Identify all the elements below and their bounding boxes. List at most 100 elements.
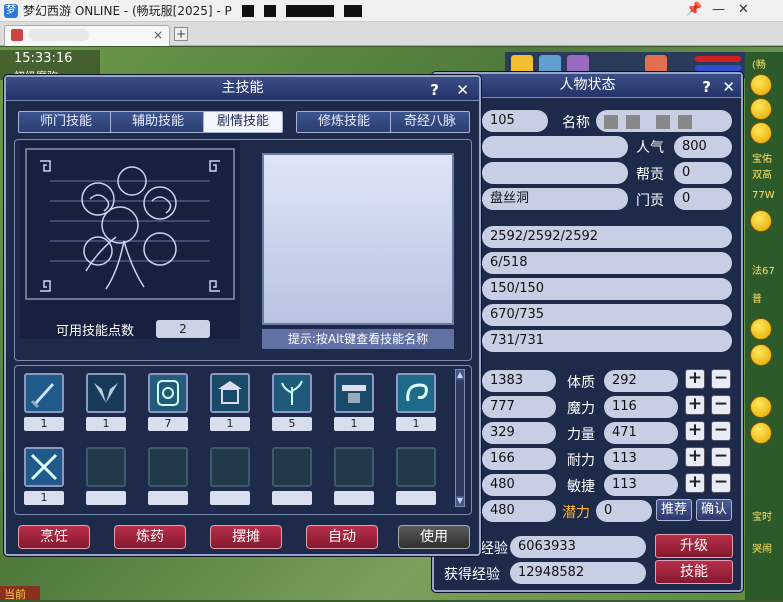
window-titlebar: 梦 梦幻西游 ONLINE - (畅玩服[2025] - P 📌 — ✕ [0,0,783,22]
gang-field [482,162,628,184]
stat-label-endurance: 耐力 [567,453,595,469]
alchemy-button[interactable]: 炼药 [114,525,186,549]
building-icon[interactable] [210,373,250,413]
tab-auxiliary-skills[interactable]: 辅助技能 [110,111,206,133]
stat-left-value: 777 [482,396,556,418]
smiley-icon [750,344,772,366]
swirl-icon[interactable] [396,373,436,413]
forge-icon[interactable] [334,373,374,413]
auto-button[interactable]: 自动 [306,525,378,549]
stat-value-magic: 116 [604,396,678,418]
smiley-icon [750,318,772,340]
minus-button[interactable]: − [711,369,731,389]
smiley-icon [750,122,772,144]
stat-left-value: 480 [482,474,556,496]
stat-value-strength: 471 [604,422,678,444]
pin-icon[interactable]: 📌 [686,2,702,17]
tab-title-redacted [29,29,89,41]
stat-label-strength: 力量 [567,427,595,443]
recommend-button[interactable]: 推荐 [656,499,692,521]
gain-exp-label: 获得经验 [444,567,500,583]
tab-meridians[interactable]: 奇经八脉 [390,111,470,133]
close-button[interactable]: ✕ [456,79,469,102]
level-field: 105 [482,110,548,132]
scroll-up-icon[interactable]: ▲ [456,370,464,380]
hp-bar [695,56,741,62]
shield-icon[interactable] [148,373,188,413]
vitality-field: 670/735 [482,304,732,326]
minus-button[interactable]: − [711,421,731,441]
browser-tab[interactable]: × [4,25,170,46]
plus-button[interactable]: + [685,369,705,389]
popularity-field: 800 [674,136,732,158]
stat-left-value: 480 [482,500,556,522]
plus-button[interactable]: + [685,395,705,415]
skill-level: 5 [272,417,312,431]
exp-field: 6063933 [510,536,646,558]
skill-window-header[interactable]: 主技能 ? ✕ [6,77,479,101]
side-text: 77W [752,190,775,201]
skill-window-title: 主技能 [221,80,264,96]
plus-button[interactable]: + [685,473,705,493]
new-tab-button[interactable]: + [174,27,188,41]
smiley-icon [750,210,772,232]
tab-cultivation-skills[interactable]: 修炼技能 [296,111,392,133]
stat-value-agility: 113 [604,474,678,496]
redacted-block [626,115,640,129]
clock-time: 15:33:16 [14,51,73,66]
mp-bar [695,65,741,71]
close-window-button[interactable]: ✕ [738,2,749,17]
tab-story-skills[interactable]: 剧情技能 [203,111,283,133]
gain-exp-field: 12948582 [510,562,646,584]
potential-label: 潜力 [562,505,590,521]
status-window-title: 人物状态 [559,77,616,93]
minus-button[interactable]: − [711,473,731,493]
side-text: 宝佑 [752,154,772,165]
skill-grid-scrollbar[interactable]: ▲ ▼ [455,369,465,507]
minimize-button[interactable]: — [712,2,725,17]
help-button[interactable]: ? [430,79,439,102]
help-button[interactable]: ? [702,76,711,99]
sword-icon[interactable] [24,373,64,413]
scroll-down-icon[interactable]: ▼ [456,496,464,506]
cloud-emblem-icon [25,148,235,300]
upgrade-button[interactable]: 升级 [655,534,733,558]
empty-level [396,491,436,505]
tab-close-icon[interactable]: × [153,28,163,42]
skills-button[interactable]: 技能 [655,560,733,584]
sect-contrib-field: 0 [674,188,732,210]
tab-school-skills[interactable]: 师门技能 [18,111,114,133]
stall-button[interactable]: 摆摊 [210,525,282,549]
minus-button[interactable]: − [711,395,731,415]
empty-level [272,491,312,505]
empty-level [334,491,374,505]
plant-icon[interactable] [272,373,312,413]
confirm-button[interactable]: 确认 [696,499,732,521]
use-button[interactable]: 使用 [398,525,470,549]
energy-field: 731/731 [482,330,732,352]
redacted-block [263,4,276,17]
window-title: 梦幻西游 ONLINE - (畅玩服[2025] - P [23,4,232,18]
app-icon: 梦 [4,3,18,18]
minus-button[interactable]: − [711,447,731,467]
crossed-swords-icon[interactable] [24,447,64,487]
side-text: (畅 [752,60,766,71]
empty-skill-slot [210,447,250,487]
stat-left-value: 329 [482,422,556,444]
plus-button[interactable]: + [685,421,705,441]
close-button[interactable]: ✕ [722,76,735,99]
wing-icon[interactable] [86,373,126,413]
skill-emblem-frame [20,141,240,339]
side-text: 法67 [752,266,775,277]
smiley-icon [750,422,772,444]
hp-field: 2592/2592/2592 [482,226,732,248]
cooking-button[interactable]: 烹饪 [18,525,90,549]
empty-level [210,491,250,505]
redacted-block [241,4,254,17]
stat-label-constitution: 体质 [567,375,595,391]
sect-field: 盘丝洞 [482,188,628,210]
empty-skill-slot [148,447,188,487]
plus-button[interactable]: + [685,447,705,467]
skill-level: 7 [148,417,188,431]
sect-contrib-label: 门贡 [636,193,664,209]
